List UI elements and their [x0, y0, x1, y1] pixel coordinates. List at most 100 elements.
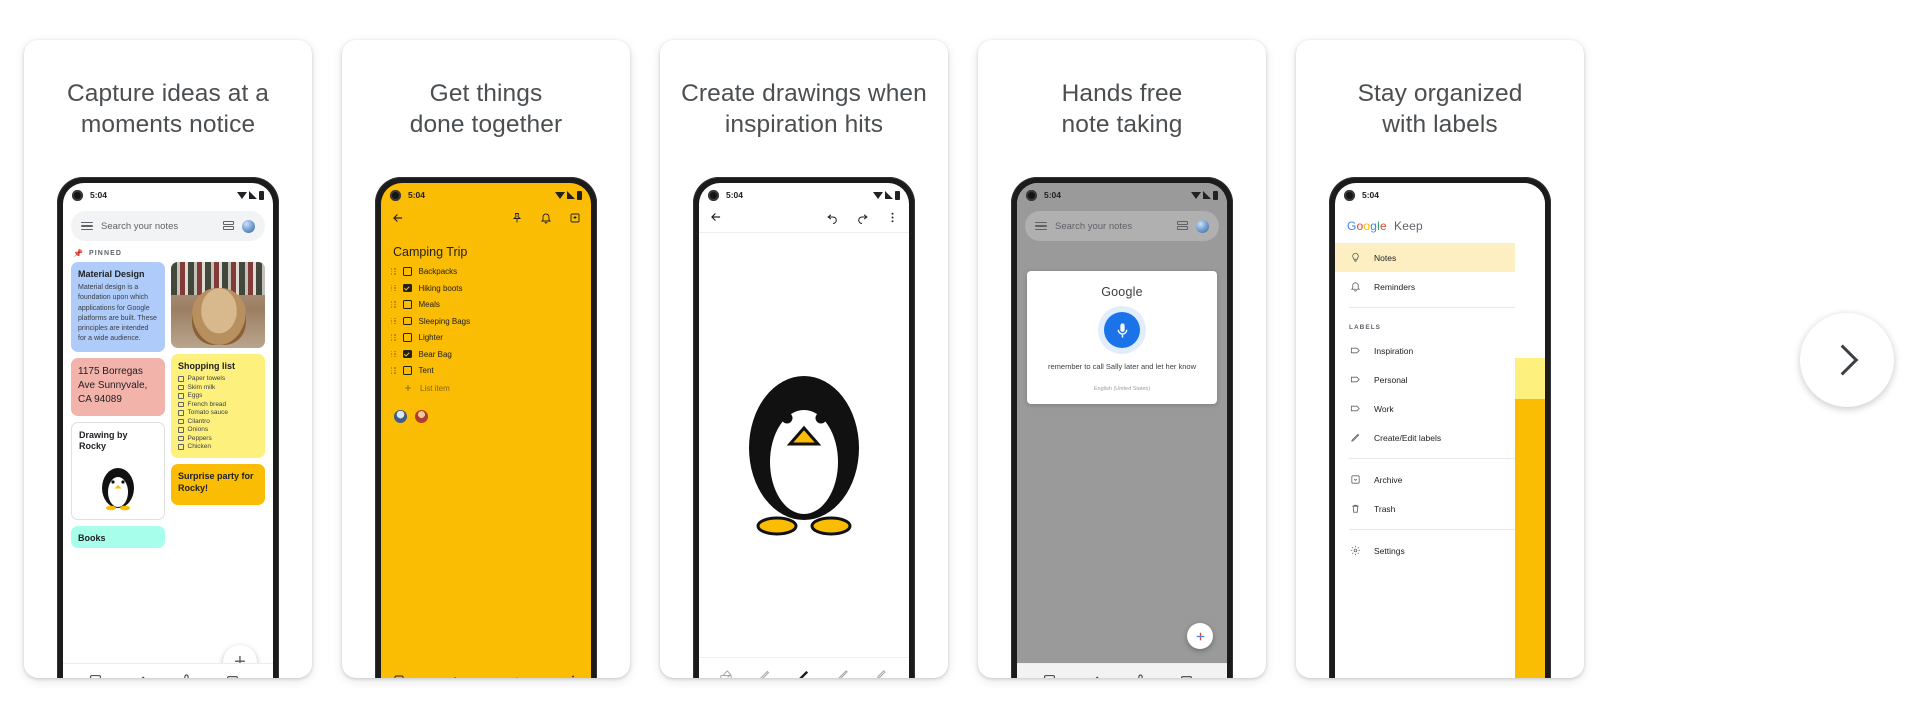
drag-handle-icon[interactable] — [391, 350, 396, 358]
note-card[interactable]: Books — [71, 526, 165, 549]
checklist-item[interactable]: Hiking boots — [391, 284, 581, 293]
image-icon[interactable] — [1180, 674, 1193, 678]
sidebar-item-work[interactable]: Work — [1335, 394, 1545, 423]
search-input[interactable]: Search your notes — [101, 221, 215, 232]
checkbox-icon[interactable] — [403, 366, 412, 375]
checkbox-icon[interactable] — [178, 384, 184, 390]
more-vert-icon[interactable] — [886, 211, 899, 229]
mic-icon[interactable] — [1104, 312, 1140, 348]
checkbox-icon[interactable] — [178, 393, 184, 399]
mic-icon[interactable] — [180, 674, 193, 678]
drag-handle-icon[interactable] — [391, 334, 396, 341]
avatar[interactable] — [1196, 219, 1209, 233]
camera-punch-hole-icon — [72, 189, 83, 201]
note-card[interactable]: 1175 Borregas Ave Sunnyvale, CA 94089 — [71, 358, 165, 416]
search-bar[interactable]: Search your notes — [71, 211, 265, 241]
pencil-icon[interactable] — [836, 668, 850, 678]
note-card[interactable]: Surprise party for Rocky! — [171, 464, 265, 505]
redo-icon[interactable] — [509, 673, 521, 678]
checkbox-icon[interactable] — [403, 267, 412, 276]
checklist-item[interactable]: Tent — [391, 366, 581, 375]
drawing-top-bar — [699, 207, 909, 233]
brush-icon[interactable] — [135, 674, 148, 678]
menu-icon[interactable] — [81, 221, 93, 231]
sidebar-item-notes[interactable]: Notes — [1335, 243, 1531, 272]
checklist-item[interactable]: Meals — [391, 300, 581, 309]
search-bar[interactable]: Search your notes — [1025, 211, 1219, 241]
create-note-fab[interactable] — [1187, 623, 1213, 649]
checklist-item-label: Backpacks — [418, 267, 458, 276]
highlighter-icon[interactable] — [875, 668, 889, 678]
list-item-label: Skim milk — [187, 383, 216, 391]
checkbox-icon[interactable] — [403, 333, 412, 342]
checkbox-icon[interactable] — [178, 418, 184, 424]
collaborators[interactable] — [381, 395, 591, 424]
drag-handle-icon[interactable] — [391, 284, 396, 292]
note-title[interactable]: Camping Trip — [381, 233, 591, 267]
search-input[interactable]: Search your notes — [1055, 221, 1169, 232]
view-toggle-icon[interactable] — [223, 220, 234, 232]
checkbox-icon[interactable] — [178, 376, 184, 382]
undo-icon[interactable] — [826, 211, 839, 229]
carousel-slide-create-drawings[interactable]: Create drawings when inspiration hits 5:… — [660, 40, 948, 678]
bell-icon[interactable] — [540, 211, 552, 229]
add-box-icon[interactable] — [393, 673, 405, 678]
add-list-item-button[interactable]: List item — [391, 383, 581, 395]
checkbox-icon[interactable] — [178, 435, 184, 441]
drawing-canvas[interactable] — [699, 233, 909, 657]
back-arrow-icon[interactable] — [709, 210, 723, 229]
sidebar-item-trash[interactable]: Trash — [1335, 494, 1545, 523]
avatar[interactable] — [242, 219, 255, 233]
note-card[interactable]: Drawing by Rocky — [71, 421, 165, 521]
checkbox-icon[interactable] — [178, 410, 184, 416]
checkbox-icon[interactable] — [178, 444, 184, 450]
undo-icon[interactable] — [451, 673, 463, 678]
checklist-item[interactable]: Backpacks — [391, 267, 581, 276]
sidebar-item-archive[interactable]: Archive — [1335, 465, 1545, 494]
more-vert-icon[interactable] — [567, 673, 579, 678]
note-card[interactable]: Shopping list Paper towels Skim milk Egg… — [171, 354, 265, 459]
checklist-item[interactable]: Lighter — [391, 333, 581, 342]
checkbox-icon[interactable] — [178, 427, 184, 433]
eraser-icon[interactable] — [719, 668, 733, 678]
archive-icon[interactable] — [569, 211, 581, 229]
checkbox-icon[interactable] — [178, 401, 184, 407]
back-arrow-icon[interactable] — [391, 211, 405, 230]
brush-icon[interactable] — [1089, 674, 1102, 678]
checkbox-icon[interactable] — [403, 300, 412, 309]
sidebar-item-reminders[interactable]: Reminders — [1335, 272, 1545, 301]
note-card[interactable]: Material Design Material design is a fou… — [71, 262, 165, 353]
view-toggle-icon[interactable] — [1177, 220, 1188, 232]
sidebar-item-personal[interactable]: Personal — [1335, 365, 1545, 394]
drag-handle-icon[interactable] — [391, 367, 396, 374]
pen-icon[interactable] — [797, 668, 811, 678]
drag-handle-icon[interactable] — [391, 317, 396, 325]
checkbox-icon[interactable] — [403, 283, 412, 293]
checklist-item[interactable]: Bear Bag — [391, 350, 581, 359]
avatar[interactable] — [393, 408, 408, 424]
sidebar-item-label: Archive — [1374, 474, 1403, 485]
carousel-slide-capture-ideas[interactable]: Capture ideas at a moments notice 5:04 S… — [24, 40, 312, 678]
carousel-slide-hands-free[interactable]: Hands free note taking 5:04 Search your … — [978, 40, 1266, 678]
carousel-slide-stay-organized[interactable]: Stay organized with labels 5:04 Google K… — [1296, 40, 1584, 678]
mic-icon[interactable] — [1134, 674, 1147, 678]
checkbox-icon[interactable] — [403, 349, 412, 359]
sidebar-item-create-edit-labels[interactable]: Create/Edit labels — [1335, 423, 1545, 452]
carousel-next-button[interactable] — [1800, 312, 1894, 407]
drag-handle-icon[interactable] — [391, 268, 396, 275]
sidebar-item-inspiration[interactable]: Inspiration — [1335, 336, 1545, 365]
image-icon[interactable] — [226, 674, 239, 678]
marker-icon[interactable] — [758, 668, 772, 678]
pin-icon[interactable] — [511, 211, 523, 229]
avatar[interactable] — [414, 408, 429, 424]
note-photo-dog[interactable] — [171, 262, 265, 348]
redo-icon[interactable] — [856, 211, 869, 229]
sidebar-item-settings[interactable]: Settings — [1335, 536, 1545, 565]
checkbox-icon[interactable] — [403, 316, 412, 326]
carousel-slide-get-things-done[interactable]: Get things done together 5:04 Camping Tr… — [342, 40, 630, 678]
menu-icon[interactable] — [1035, 221, 1047, 231]
drag-handle-icon[interactable] — [391, 301, 396, 308]
checklist-item[interactable]: Sleeping Bags — [391, 317, 581, 326]
checkbox-icon[interactable] — [1043, 674, 1056, 678]
checkbox-icon[interactable] — [89, 674, 102, 678]
